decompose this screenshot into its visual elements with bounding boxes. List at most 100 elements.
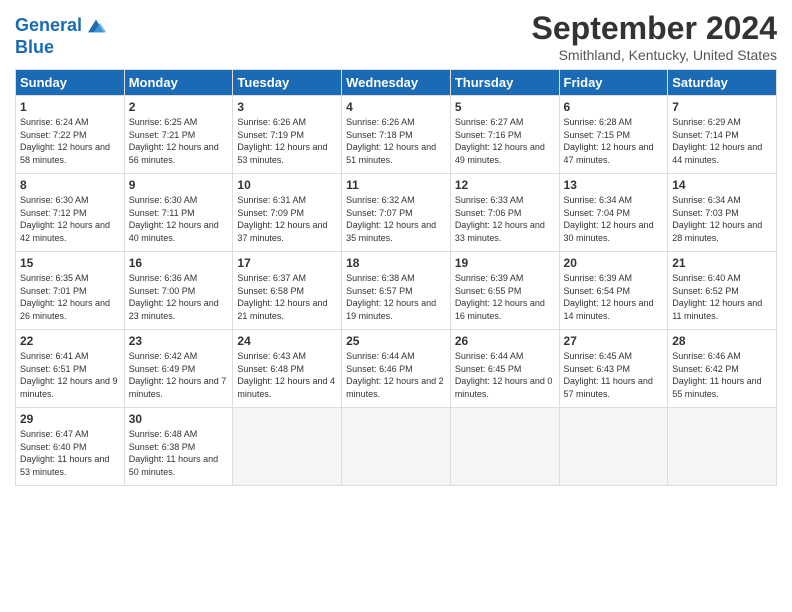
weekday-header: Thursday: [450, 70, 559, 96]
calendar-day-cell: 25Sunrise: 6:44 AM Sunset: 6:46 PM Dayli…: [342, 330, 451, 408]
calendar-day-cell: 20 Sunrise: 6:39 AM Sunset: 6:54 PM Dayli…: [559, 252, 668, 330]
day-number: 19: [455, 256, 555, 270]
day-info: Sunrise: 6:40 AM Sunset: 6:52 PM Dayligh…: [672, 272, 772, 322]
day-info: Sunrise: 6:34 AM Sunset: 7:03 PM Dayligh…: [672, 194, 772, 244]
day-number: 8: [20, 178, 120, 192]
calendar-week-row: 1Sunrise: 6:24 AM Sunset: 7:22 PM Daylig…: [16, 96, 777, 174]
day-number: 15: [20, 256, 120, 270]
day-number: 12: [455, 178, 555, 192]
calendar-week-row: 8 Sunrise: 6:30 AM Sunset: 7:12 PM Daylig…: [16, 174, 777, 252]
day-number: 2: [129, 100, 229, 114]
weekday-header: Wednesday: [342, 70, 451, 96]
day-info: Sunrise: 6:46 AM Sunset: 6:42 PM Dayligh…: [672, 350, 772, 400]
day-info: Sunrise: 6:39 AM Sunset: 6:54 PM Dayligh…: [564, 272, 664, 322]
day-info: Sunrise: 6:41 AM Sunset: 6:51 PM Dayligh…: [20, 350, 120, 400]
day-number: 20: [564, 256, 664, 270]
weekday-header: Saturday: [668, 70, 777, 96]
calendar-day-cell: 30 Sunrise: 6:48 AM Sunset: 6:38 PM Dayli…: [124, 408, 233, 486]
day-number: 10: [237, 178, 337, 192]
day-info: Sunrise: 6:30 AM Sunset: 7:11 PM Dayligh…: [129, 194, 229, 244]
day-info: Sunrise: 6:36 AM Sunset: 7:00 PM Dayligh…: [129, 272, 229, 322]
day-number: 3: [237, 100, 337, 114]
calendar-day-cell: 1Sunrise: 6:24 AM Sunset: 7:22 PM Daylig…: [16, 96, 125, 174]
calendar-week-row: 15 Sunrise: 6:35 AM Sunset: 7:01 PM Dayli…: [16, 252, 777, 330]
calendar-day-cell: 19 Sunrise: 6:39 AM Sunset: 6:55 PM Dayli…: [450, 252, 559, 330]
calendar-day-cell: 8 Sunrise: 6:30 AM Sunset: 7:12 PM Daylig…: [16, 174, 125, 252]
location: Smithland, Kentucky, United States: [532, 47, 777, 63]
day-info: Sunrise: 6:44 AM Sunset: 6:45 PM Dayligh…: [455, 350, 555, 400]
day-number: 7: [672, 100, 772, 114]
day-info: Sunrise: 6:32 AM Sunset: 7:07 PM Dayligh…: [346, 194, 446, 244]
calendar-day-cell: [342, 408, 451, 486]
day-number: 26: [455, 334, 555, 348]
day-number: 18: [346, 256, 446, 270]
calendar-day-cell: 22 Sunrise: 6:41 AM Sunset: 6:51 PM Dayli…: [16, 330, 125, 408]
day-number: 24: [237, 334, 337, 348]
day-number: 9: [129, 178, 229, 192]
calendar-day-cell: 2 Sunrise: 6:25 AM Sunset: 7:21 PM Daylig…: [124, 96, 233, 174]
calendar-day-cell: 9 Sunrise: 6:30 AM Sunset: 7:11 PM Daylig…: [124, 174, 233, 252]
calendar-day-cell: 13 Sunrise: 6:34 AM Sunset: 7:04 PM Dayli…: [559, 174, 668, 252]
calendar-day-cell: 18Sunrise: 6:38 AM Sunset: 6:57 PM Dayli…: [342, 252, 451, 330]
calendar-day-cell: 15 Sunrise: 6:35 AM Sunset: 7:01 PM Dayli…: [16, 252, 125, 330]
day-info: Sunrise: 6:25 AM Sunset: 7:21 PM Dayligh…: [129, 116, 229, 166]
day-info: Sunrise: 6:30 AM Sunset: 7:12 PM Dayligh…: [20, 194, 120, 244]
weekday-header: Tuesday: [233, 70, 342, 96]
calendar-day-cell: 6Sunrise: 6:28 AM Sunset: 7:15 PM Daylig…: [559, 96, 668, 174]
logo: General Blue: [15, 14, 108, 58]
day-info: Sunrise: 6:44 AM Sunset: 6:46 PM Dayligh…: [346, 350, 446, 400]
calendar-day-cell: 26 Sunrise: 6:44 AM Sunset: 6:45 PM Dayli…: [450, 330, 559, 408]
logo-blue-text: Blue: [15, 37, 54, 57]
day-number: 14: [672, 178, 772, 192]
calendar-day-cell: [559, 408, 668, 486]
calendar-day-cell: 10 Sunrise: 6:31 AM Sunset: 7:09 PM Dayli…: [233, 174, 342, 252]
day-info: Sunrise: 6:42 AM Sunset: 6:49 PM Dayligh…: [129, 350, 229, 400]
weekday-header-row: SundayMondayTuesdayWednesdayThursdayFrid…: [16, 70, 777, 96]
day-number: 23: [129, 334, 229, 348]
calendar-day-cell: 28 Sunrise: 6:46 AM Sunset: 6:42 PM Dayli…: [668, 330, 777, 408]
day-info: Sunrise: 6:33 AM Sunset: 7:06 PM Dayligh…: [455, 194, 555, 244]
logo-icon: [84, 14, 108, 38]
day-info: Sunrise: 6:47 AM Sunset: 6:40 PM Dayligh…: [20, 428, 120, 478]
weekday-header: Friday: [559, 70, 668, 96]
day-number: 17: [237, 256, 337, 270]
day-number: 11: [346, 178, 446, 192]
calendar-day-cell: 4 Sunrise: 6:26 AM Sunset: 7:18 PM Daylig…: [342, 96, 451, 174]
calendar-day-cell: 16 Sunrise: 6:36 AM Sunset: 7:00 PM Dayli…: [124, 252, 233, 330]
day-number: 1: [20, 100, 120, 114]
day-number: 16: [129, 256, 229, 270]
day-info: Sunrise: 6:31 AM Sunset: 7:09 PM Dayligh…: [237, 194, 337, 244]
day-info: Sunrise: 6:37 AM Sunset: 6:58 PM Dayligh…: [237, 272, 337, 322]
calendar-day-cell: 11 Sunrise: 6:32 AM Sunset: 7:07 PM Dayli…: [342, 174, 451, 252]
day-info: Sunrise: 6:26 AM Sunset: 7:19 PM Dayligh…: [237, 116, 337, 166]
day-info: Sunrise: 6:26 AM Sunset: 7:18 PM Dayligh…: [346, 116, 446, 166]
day-number: 4: [346, 100, 446, 114]
day-number: 22: [20, 334, 120, 348]
day-number: 30: [129, 412, 229, 426]
day-number: 27: [564, 334, 664, 348]
day-number: 28: [672, 334, 772, 348]
calendar-day-cell: 7Sunrise: 6:29 AM Sunset: 7:14 PM Daylig…: [668, 96, 777, 174]
month-title: September 2024: [532, 10, 777, 47]
calendar-day-cell: 14 Sunrise: 6:34 AM Sunset: 7:03 PM Dayli…: [668, 174, 777, 252]
page-container: General Blue September 2024 Smithland, K…: [0, 0, 792, 496]
day-info: Sunrise: 6:34 AM Sunset: 7:04 PM Dayligh…: [564, 194, 664, 244]
day-info: Sunrise: 6:45 AM Sunset: 6:43 PM Dayligh…: [564, 350, 664, 400]
calendar-day-cell: [668, 408, 777, 486]
calendar-table: SundayMondayTuesdayWednesdayThursdayFrid…: [15, 69, 777, 486]
calendar-day-cell: 5 Sunrise: 6:27 AM Sunset: 7:16 PM Daylig…: [450, 96, 559, 174]
day-info: Sunrise: 6:43 AM Sunset: 6:48 PM Dayligh…: [237, 350, 337, 400]
day-number: 21: [672, 256, 772, 270]
day-info: Sunrise: 6:39 AM Sunset: 6:55 PM Dayligh…: [455, 272, 555, 322]
weekday-header: Sunday: [16, 70, 125, 96]
day-info: Sunrise: 6:48 AM Sunset: 6:38 PM Dayligh…: [129, 428, 229, 478]
calendar-day-cell: 17 Sunrise: 6:37 AM Sunset: 6:58 PM Dayli…: [233, 252, 342, 330]
day-info: Sunrise: 6:35 AM Sunset: 7:01 PM Dayligh…: [20, 272, 120, 322]
header: General Blue September 2024 Smithland, K…: [15, 10, 777, 63]
calendar-day-cell: [233, 408, 342, 486]
day-info: Sunrise: 6:28 AM Sunset: 7:15 PM Dayligh…: [564, 116, 664, 166]
weekday-header: Monday: [124, 70, 233, 96]
day-info: Sunrise: 6:27 AM Sunset: 7:16 PM Dayligh…: [455, 116, 555, 166]
day-number: 5: [455, 100, 555, 114]
day-number: 13: [564, 178, 664, 192]
